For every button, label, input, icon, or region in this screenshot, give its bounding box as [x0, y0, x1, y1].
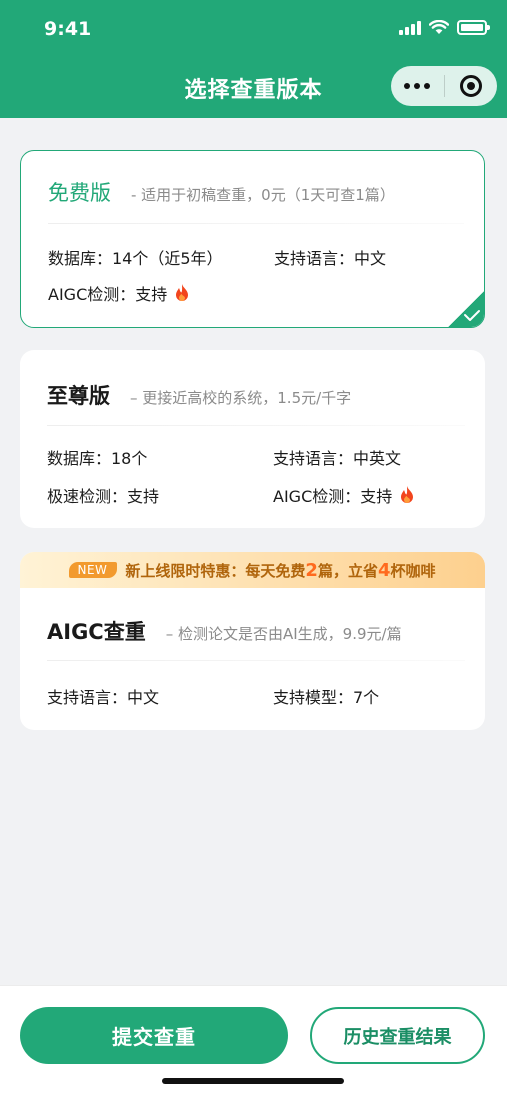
- card-header: 免费版 - 适用于初稿查重，0元（1天可查1篇）: [48, 177, 395, 207]
- status-time: 9:41: [44, 18, 92, 40]
- more-dots-icon: [404, 83, 431, 89]
- version-name: 至尊版: [47, 384, 110, 408]
- card-divider: [47, 425, 465, 426]
- attr-aigc-label: AIGC检测：支持: [273, 487, 393, 506]
- more-button[interactable]: [391, 66, 444, 106]
- attr-aigc-label: AIGC检测：支持: [48, 285, 168, 304]
- version-card-free[interactable]: 免费版 - 适用于初稿查重，0元（1天可查1篇） 数据库：14个（近5年） 支持…: [20, 150, 485, 328]
- new-badge: NEW: [69, 562, 118, 578]
- card-divider: [47, 660, 465, 661]
- bottom-action-bar: 提交查重 历史查重结果: [0, 985, 507, 1096]
- attr-database: 数据库：14个（近5年）: [48, 249, 223, 268]
- signal-icon: [399, 20, 421, 35]
- version-card-premium[interactable]: 至尊版 – 更接近高校的系统，1.5元/千字 数据库：18个 支持语言：中英文 …: [20, 350, 485, 528]
- version-desc: – 检测论文是否由AI生成，9.9元/篇: [165, 625, 402, 643]
- attr-aigc: AIGC检测：支持: [273, 483, 414, 507]
- attr-speed: 极速检测：支持: [47, 487, 160, 506]
- attr-language: 支持语言：中文: [47, 688, 160, 707]
- fire-icon: [176, 284, 189, 301]
- mini-program-capsule: [391, 66, 497, 106]
- top-bar: 9:41 选择查重版本: [0, 0, 507, 118]
- version-name: AIGC查重: [47, 620, 146, 644]
- version-card-aigc[interactable]: NEW 新上线限时特惠：每天免费2篇，立省4杯咖啡 AIGC查重 – 检测论文是…: [20, 552, 485, 730]
- card-header: AIGC查重 – 检测论文是否由AI生成，9.9元/篇: [47, 616, 402, 646]
- status-icons: [399, 20, 490, 35]
- close-target-icon: [459, 75, 482, 97]
- close-button[interactable]: [445, 66, 498, 106]
- attr-language: 支持语言：中文: [274, 249, 387, 268]
- version-desc: - 适用于初稿查重，0元（1天可查1篇）: [131, 186, 395, 204]
- history-results-button[interactable]: 历史查重结果: [310, 1007, 485, 1064]
- card-header: 至尊版 – 更接近高校的系统，1.5元/千字: [47, 380, 351, 410]
- home-indicator: [162, 1078, 344, 1084]
- version-desc: – 更接近高校的系统，1.5元/千字: [130, 389, 352, 407]
- wifi-icon: [429, 20, 449, 34]
- selected-check-icon: [448, 291, 484, 327]
- attr-aigc: AIGC检测：支持: [48, 281, 189, 305]
- attr-database: 数据库：18个: [47, 449, 148, 468]
- submit-check-button[interactable]: 提交查重: [20, 1007, 288, 1064]
- attr-models: 支持模型：7个: [273, 688, 380, 707]
- battery-icon: [457, 20, 490, 35]
- attr-language: 支持语言：中英文: [273, 449, 402, 468]
- promo-banner: NEW 新上线限时特惠：每天免费2篇，立省4杯咖啡: [20, 552, 485, 588]
- promo-text: 新上线限时特惠：每天免费2篇，立省4杯咖啡: [125, 559, 436, 581]
- version-name: 免费版: [48, 181, 111, 205]
- fire-icon: [401, 486, 414, 503]
- card-divider: [48, 223, 464, 224]
